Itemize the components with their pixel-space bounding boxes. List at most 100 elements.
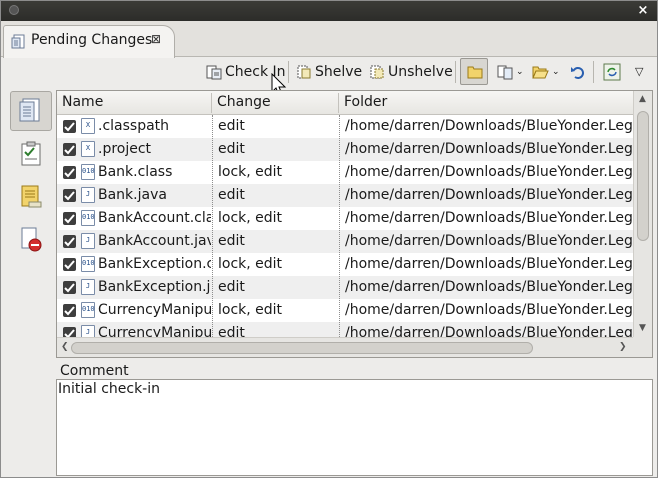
row-folder: /home/darren/Downloads/BlueYonder.Legacy [345, 325, 633, 337]
java-file-icon: J [81, 279, 95, 295]
row-change: lock, edit [218, 302, 283, 318]
scroll-down-icon[interactable]: ▼ [639, 323, 646, 333]
shelve-button[interactable]: Shelve [294, 59, 364, 84]
unshelve-button[interactable]: Unshelve [367, 59, 455, 84]
compare-dropdown-button[interactable]: ⌄ [495, 59, 526, 84]
table-row[interactable]: J Bank.java edit/home/darren/Downloads/Blu… [57, 184, 633, 207]
row-change: edit [218, 141, 245, 157]
table-row[interactable]: 010BankException.class lock, edit/home/da… [57, 253, 633, 276]
tab-label: Pending Changes [31, 32, 153, 48]
row-checkbox[interactable] [63, 143, 76, 156]
row-name: CurrencyManipulator.class [98, 302, 211, 318]
unshelve-icon [370, 65, 384, 78]
window-menu-icon[interactable] [9, 5, 19, 15]
table-row[interactable]: 010CurrencyManipulator.class lock, edit/h… [57, 299, 633, 322]
notes-icon [21, 185, 42, 208]
class-file-icon: 010 [81, 164, 95, 180]
chevron-down-icon: ⌄ [552, 66, 560, 77]
row-folder: /home/darren/Downloads/BlueYonder.Legacy [345, 210, 633, 226]
pending-changes-icon [11, 34, 27, 50]
window-close-button[interactable]: × [635, 3, 651, 19]
policy-warnings-icon [21, 227, 42, 252]
show-shelved-toggle[interactable] [460, 58, 488, 85]
table-row[interactable]: JBankException.java edit/home/darren/Down… [57, 276, 633, 299]
row-checkbox[interactable] [63, 189, 76, 202]
java-file-icon: J [81, 325, 95, 337]
comment-label: Comment [60, 363, 129, 379]
row-name: BankException.class [98, 256, 211, 272]
tab-close-icon[interactable]: ⊠ [151, 32, 161, 46]
view-tab-strip: Pending Changes ⊠ [1, 21, 657, 58]
horizontal-scrollbar[interactable]: ❮ ❯ [57, 337, 633, 357]
compare-icon [497, 65, 513, 79]
row-folder: /home/darren/Downloads/BlueYonder.Legacy [345, 141, 633, 157]
column-header-name[interactable]: Name [62, 94, 103, 110]
notes-view-button[interactable] [10, 177, 52, 217]
row-folder: /home/darren/Downloads/BlueYonder.Legacy [345, 118, 633, 134]
shelve-label: Shelve [315, 63, 363, 80]
row-folder: /home/darren/Downloads/BlueYonder.Legacy [345, 302, 633, 318]
column-header-folder[interactable]: Folder [344, 94, 387, 110]
row-checkbox[interactable] [63, 120, 76, 133]
view-menu-button[interactable]: ▽ [633, 59, 645, 84]
row-checkbox[interactable] [63, 166, 76, 179]
view-sidebar [7, 89, 55, 477]
row-name: .project [98, 141, 152, 157]
scroll-left-icon[interactable]: ❮ [61, 342, 69, 352]
scroll-right-icon[interactable]: ❯ [619, 342, 627, 352]
work-items-view-button[interactable] [10, 134, 52, 174]
view-menu-icon: ▽ [635, 65, 644, 78]
toolbar-separator [288, 61, 289, 83]
shelve-icon [297, 65, 311, 78]
table-row[interactable]: J BankAccount.java edit/home/darren/Downlo… [57, 230, 633, 253]
row-checkbox[interactable] [63, 281, 76, 294]
xml-file-icon: X [81, 118, 95, 134]
java-file-icon: J [81, 233, 95, 249]
policy-warnings-view-button[interactable] [10, 220, 52, 260]
scrollbar-corner [633, 337, 652, 357]
work-items-icon [21, 141, 41, 166]
table-row[interactable]: 010 Bank.class lock, edit/home/darren/Down… [57, 161, 633, 184]
table-header: Name Change Folder [57, 91, 633, 115]
row-folder: /home/darren/Downloads/BlueYonder.Legacy [345, 233, 633, 249]
row-checkbox[interactable] [63, 304, 76, 317]
class-file-icon: 010 [81, 210, 95, 226]
row-change: lock, edit [218, 210, 283, 226]
vertical-scrollbar[interactable]: ▲ ▼ [633, 91, 652, 337]
column-header-change[interactable]: Change [217, 94, 271, 110]
pending-changes-window: × Pending Changes ⊠ Check In Shelve Unsh… [0, 0, 658, 478]
row-folder: /home/darren/Downloads/BlueYonder.Legacy [345, 187, 633, 203]
xml-file-icon: X [81, 141, 95, 157]
horizontal-scroll-thumb[interactable] [71, 342, 533, 354]
row-checkbox[interactable] [63, 212, 76, 225]
row-folder: /home/darren/Downloads/BlueYonder.Legacy [345, 256, 633, 272]
table-row[interactable]: X .classpath edit/home/darren/Downloads/Bl… [57, 115, 633, 138]
refresh-icon [603, 63, 621, 80]
row-name: BankAccount.class [98, 210, 211, 226]
row-name: BankException.java [98, 279, 211, 295]
row-checkbox[interactable] [63, 235, 76, 248]
chevron-down-icon: ⌄ [516, 66, 524, 77]
tab-pending-changes[interactable]: Pending Changes ⊠ [3, 25, 175, 58]
row-change: lock, edit [218, 164, 283, 180]
row-checkbox[interactable] [63, 327, 76, 337]
table-body: X .classpath edit/home/darren/Downloads/Bl… [57, 115, 633, 337]
table-row[interactable]: X .project edit/home/darren/Downloads/Blue… [57, 138, 633, 161]
scroll-up-icon[interactable]: ▲ [639, 94, 646, 104]
table-row[interactable]: JCurrencyManipulator.java edit/home/darre… [57, 322, 633, 337]
comment-textarea[interactable]: Initial check-in [56, 379, 653, 476]
toolbar: Check In Shelve Unshelve ⌄ ⌄ ▽ [5, 57, 655, 96]
source-files-view-button[interactable] [10, 91, 52, 131]
row-change: edit [218, 279, 245, 295]
check-in-icon [206, 65, 222, 79]
row-checkbox[interactable] [63, 258, 76, 271]
refresh-button[interactable] [601, 59, 623, 84]
row-change: lock, edit [218, 256, 283, 272]
class-file-icon: 010 [81, 302, 95, 318]
pending-changes-table: Name Change Folder X .classpath edit/home/… [56, 90, 653, 358]
table-row[interactable]: 010BankAccount.class lock, edit/home/darr… [57, 207, 633, 230]
undo-button[interactable] [568, 59, 588, 84]
open-dropdown-button[interactable]: ⌄ [530, 59, 562, 84]
row-name: CurrencyManipulator.java [98, 325, 211, 337]
vertical-scroll-thumb[interactable] [637, 111, 649, 241]
